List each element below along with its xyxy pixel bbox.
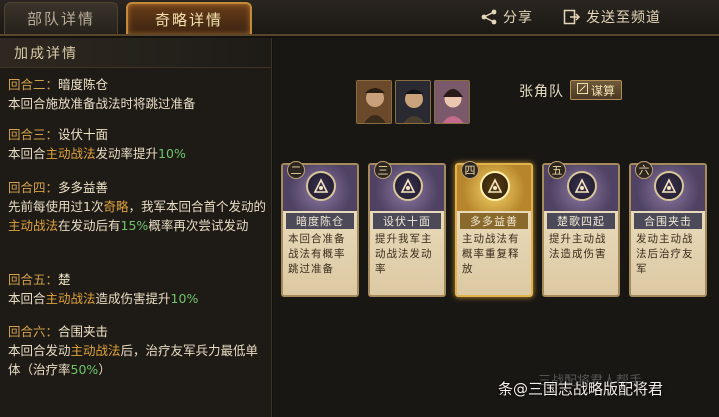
bonus-name: 暗度陈仓 bbox=[58, 77, 109, 92]
bonus-text-segment: 本回合发动 bbox=[8, 343, 71, 358]
card-description: 本回合准备战法有概率跳过准备 bbox=[288, 233, 346, 275]
bonus-detail-header: 加成详情 bbox=[0, 38, 271, 68]
card-description: 主动战法有概率重复释放 bbox=[462, 233, 520, 275]
bonus-round: 回合三： bbox=[8, 127, 59, 142]
tab-strategy-details[interactable]: 奇略详情 bbox=[126, 2, 252, 34]
round-number-badge: 二 bbox=[287, 161, 305, 179]
bonus-title: 回合二：暗度陈仓 bbox=[8, 75, 270, 94]
strategy-card[interactable]: 二暗度陈仓本回合准备战法有概率跳过准备 bbox=[281, 161, 359, 297]
send-icon bbox=[563, 8, 581, 26]
bonus-text-segment: 50% bbox=[70, 362, 99, 377]
bonus-description: 本回合施放准备战法时将跳过准备 bbox=[8, 94, 270, 113]
card-name: 设伏十面 bbox=[373, 213, 441, 229]
bonus-description: 本回合发动主动战法后，治疗友军兵力最低单体（治疗率50%） bbox=[8, 341, 270, 379]
card-name: 楚歌四起 bbox=[547, 213, 615, 229]
hero-portrait[interactable] bbox=[356, 80, 392, 124]
bonus-text-segment: 在发动后有 bbox=[58, 218, 121, 233]
tab-troop-details[interactable]: 部队详情 bbox=[4, 2, 118, 34]
bonus-text-segment: ） bbox=[98, 362, 111, 377]
bonus-title: 回合四：多多益善 bbox=[8, 178, 270, 197]
bonus-title: 回合三：设伏十面 bbox=[8, 125, 270, 144]
strategy-emblem-icon bbox=[393, 171, 423, 201]
share-label: 分享 bbox=[503, 10, 533, 26]
strategy-card[interactable]: 六合围夹击发动主动战法后治疗友军 bbox=[629, 161, 707, 297]
bonus-text-segment: 主动战法 bbox=[45, 146, 96, 161]
bonus-entry: 回合二：暗度陈仓本回合施放准备战法时将跳过准备 bbox=[8, 75, 270, 113]
bonus-round: 回合四： bbox=[8, 180, 59, 195]
round-number-badge: 六 bbox=[635, 161, 653, 179]
card-name: 合围夹击 bbox=[634, 213, 702, 229]
bonus-name: 合围夹击 bbox=[58, 324, 109, 339]
strategy-card[interactable]: 四多多益善主动战法有概率重复释放 bbox=[455, 161, 533, 297]
bonus-text-segment: 主动战法 bbox=[45, 291, 96, 306]
share-icon bbox=[480, 8, 498, 26]
send-to-channel-button[interactable]: 发送至频道 bbox=[563, 6, 661, 28]
bonus-name: 多多益善 bbox=[58, 180, 109, 195]
card-name: 多多益善 bbox=[460, 213, 528, 229]
bonus-text-segment: 发动率提升 bbox=[95, 146, 159, 161]
top-bar: 部队详情 奇略详情 分享 发送至频道 bbox=[0, 0, 719, 36]
bonus-text-segment: 奇略 bbox=[103, 199, 129, 214]
bonus-description: 先前每使用过1次奇略，我军本回合首个发动的主动战法在发动后有15%概率再次尝试发… bbox=[8, 197, 270, 235]
card-description: 提升我军主动战法发动率 bbox=[375, 233, 433, 275]
round-number-badge: 三 bbox=[374, 161, 392, 179]
bonus-round: 回合五： bbox=[8, 272, 59, 287]
hero-portrait[interactable] bbox=[434, 80, 470, 124]
bonus-description: 本回合主动战法造成伤害提升10% bbox=[8, 289, 270, 308]
strategy-card[interactable]: 五楚歌四起提升主动战法造成伤害 bbox=[542, 161, 620, 297]
bonus-text-segment: 造成伤害提升 bbox=[95, 291, 171, 306]
strategy-emblem-icon bbox=[567, 171, 597, 201]
hero-portrait[interactable] bbox=[395, 80, 431, 124]
bonus-entry: 回合三：设伏十面 本回合主动战法发动率提升10% bbox=[8, 125, 270, 163]
bonus-text-segment: 先前每使用过1次 bbox=[8, 199, 104, 214]
scheme-button[interactable]: 谋算 bbox=[570, 80, 622, 100]
bonus-text-segment: 本回合 bbox=[8, 291, 46, 306]
scheme-label: 谋算 bbox=[590, 83, 615, 98]
bonus-text-segment: 主动战法 bbox=[8, 218, 59, 233]
bonus-name: 楚 bbox=[58, 272, 71, 287]
share-button[interactable]: 分享 bbox=[480, 6, 533, 28]
bonus-entry: 回合五：楚 本回合主动战法造成伤害提升10% bbox=[8, 270, 270, 308]
card-description: 发动主动战法后治疗友军 bbox=[636, 233, 694, 275]
bonus-text-segment: 本回合 bbox=[8, 146, 46, 161]
strategy-emblem-icon bbox=[480, 171, 510, 201]
bonus-title: 回合六：合围夹击 bbox=[8, 322, 270, 341]
scheme-icon bbox=[576, 83, 588, 97]
strategy-emblem-icon bbox=[654, 171, 684, 201]
team-portraits bbox=[356, 80, 470, 124]
bonus-entry: 回合四：多多益善先前每使用过1次奇略，我军本回合首个发动的主动战法在发动后有15… bbox=[8, 178, 270, 235]
strategy-emblem-icon bbox=[306, 171, 336, 201]
bonus-text-segment: 主动战法 bbox=[70, 343, 121, 358]
round-number-badge: 四 bbox=[461, 161, 479, 179]
strategy-card[interactable]: 三设伏十面提升我军主动战法发动率 bbox=[368, 161, 446, 297]
card-description: 提升主动战法造成伤害 bbox=[549, 233, 607, 260]
bonus-text-segment: ，我军本回合首个发动的 bbox=[128, 199, 266, 214]
bonus-text-segment: 本回合施放准备战法时将跳过准备 bbox=[8, 96, 196, 111]
bonus-entry: 回合六：合围夹击 本回合发动主动战法后，治疗友军兵力最低单体（治疗率50%） bbox=[8, 322, 270, 379]
watermark: 条@三国志战略版配将君 bbox=[498, 380, 664, 398]
round-number-badge: 五 bbox=[548, 161, 566, 179]
bonus-round: 回合六： bbox=[8, 324, 59, 339]
bonus-name: 设伏十面 bbox=[58, 127, 109, 142]
bonus-text-segment: 10% bbox=[170, 291, 199, 306]
bonus-text-segment: 10% bbox=[158, 146, 186, 161]
bonus-title: 回合五：楚 bbox=[8, 270, 270, 289]
bonus-text-segment: 概率再次尝试发动 bbox=[148, 218, 249, 233]
team-name: 张角队 bbox=[519, 84, 564, 100]
bonus-text-segment: 15% bbox=[120, 218, 149, 233]
bonus-description: 本回合主动战法发动率提升10% bbox=[8, 144, 270, 163]
bonus-round: 回合二： bbox=[8, 77, 59, 92]
card-name: 暗度陈仓 bbox=[286, 213, 354, 229]
send-label: 发送至频道 bbox=[586, 10, 661, 26]
